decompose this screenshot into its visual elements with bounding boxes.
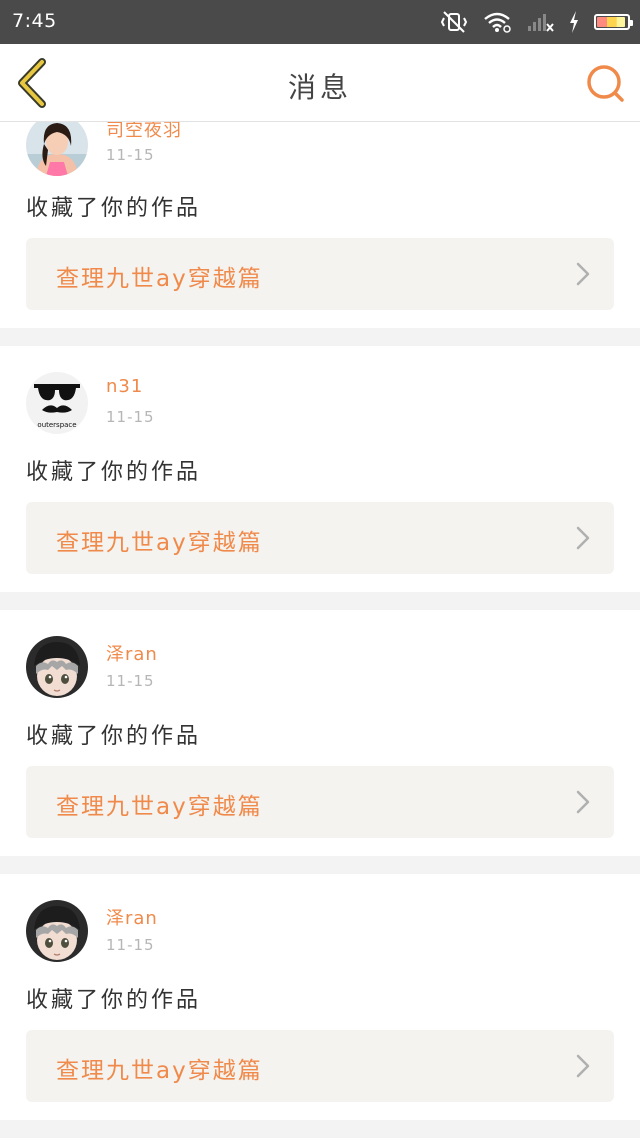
signal-icon bbox=[528, 14, 554, 32]
chevron-right-icon bbox=[576, 1054, 590, 1078]
username[interactable]: n31 bbox=[106, 376, 143, 397]
message-date: 11-15 bbox=[106, 936, 155, 954]
message-date: 11-15 bbox=[106, 408, 155, 426]
status-bar: 7:45 bbox=[0, 0, 640, 44]
username[interactable]: 泽ran bbox=[106, 640, 158, 666]
status-time: 7:45 bbox=[12, 10, 57, 32]
chevron-right-icon bbox=[576, 262, 590, 286]
svg-text:outerspace: outerspace bbox=[37, 421, 76, 429]
message-date: 11-15 bbox=[106, 672, 155, 690]
work-title: 查理九世ay穿越篇 bbox=[56, 794, 263, 820]
username[interactable]: 泽ran bbox=[106, 904, 158, 930]
page-title: 消息 bbox=[287, 71, 352, 104]
anime-boy-hat-avatar bbox=[26, 900, 88, 962]
work-title: 查理九世ay穿越篇 bbox=[56, 1058, 263, 1084]
message-card: 泽ran 11-15 收藏了你的作品 查理九世ay穿越篇 bbox=[0, 610, 640, 856]
girl-photo-avatar bbox=[26, 122, 88, 176]
work-link[interactable]: 查理九世ay穿越篇 bbox=[26, 502, 614, 574]
header-bar: 消息 bbox=[0, 44, 640, 122]
sunglasses-mustache-avatar: outerspace bbox=[26, 372, 88, 434]
message-action: 收藏了你的作品 bbox=[26, 988, 202, 1013]
message-action: 收藏了你的作品 bbox=[26, 460, 202, 485]
message-list[interactable]: 司空夜羽 11-15 收藏了你的作品 查理九世ay穿越篇 outerspace … bbox=[0, 122, 640, 1138]
wifi-icon bbox=[484, 12, 511, 33]
anime-boy-hat-avatar bbox=[26, 636, 88, 698]
message-card: outerspace n31 11-15 收藏了你的作品 查理九世ay穿越篇 bbox=[0, 346, 640, 592]
search-icon bbox=[587, 65, 624, 102]
chevron-right-icon bbox=[576, 790, 590, 814]
message-date: 11-15 bbox=[106, 146, 155, 164]
avatar[interactable] bbox=[26, 122, 88, 176]
message-card: 司空夜羽 11-15 收藏了你的作品 查理九世ay穿越篇 bbox=[0, 122, 640, 328]
work-link[interactable]: 查理九世ay穿越篇 bbox=[26, 766, 614, 838]
message-action: 收藏了你的作品 bbox=[26, 724, 202, 749]
battery-icon bbox=[594, 14, 633, 30]
charging-icon bbox=[570, 11, 578, 33]
message-action: 收藏了你的作品 bbox=[26, 196, 202, 221]
avatar[interactable]: outerspace bbox=[26, 372, 88, 434]
username[interactable]: 司空夜羽 bbox=[106, 122, 182, 142]
work-link[interactable]: 查理九世ay穿越篇 bbox=[26, 1030, 614, 1102]
avatar[interactable] bbox=[26, 900, 88, 962]
work-title: 查理九世ay穿越篇 bbox=[56, 530, 263, 556]
status-icons bbox=[440, 10, 633, 34]
vibrate-off-icon bbox=[440, 11, 468, 33]
chevron-right-icon bbox=[576, 526, 590, 550]
work-link[interactable]: 查理九世ay穿越篇 bbox=[26, 238, 614, 310]
message-card: 泽ran 11-15 收藏了你的作品 查理九世ay穿越篇 bbox=[0, 874, 640, 1120]
avatar[interactable] bbox=[26, 636, 88, 698]
work-title: 查理九世ay穿越篇 bbox=[56, 266, 263, 292]
search-button[interactable] bbox=[584, 62, 626, 104]
